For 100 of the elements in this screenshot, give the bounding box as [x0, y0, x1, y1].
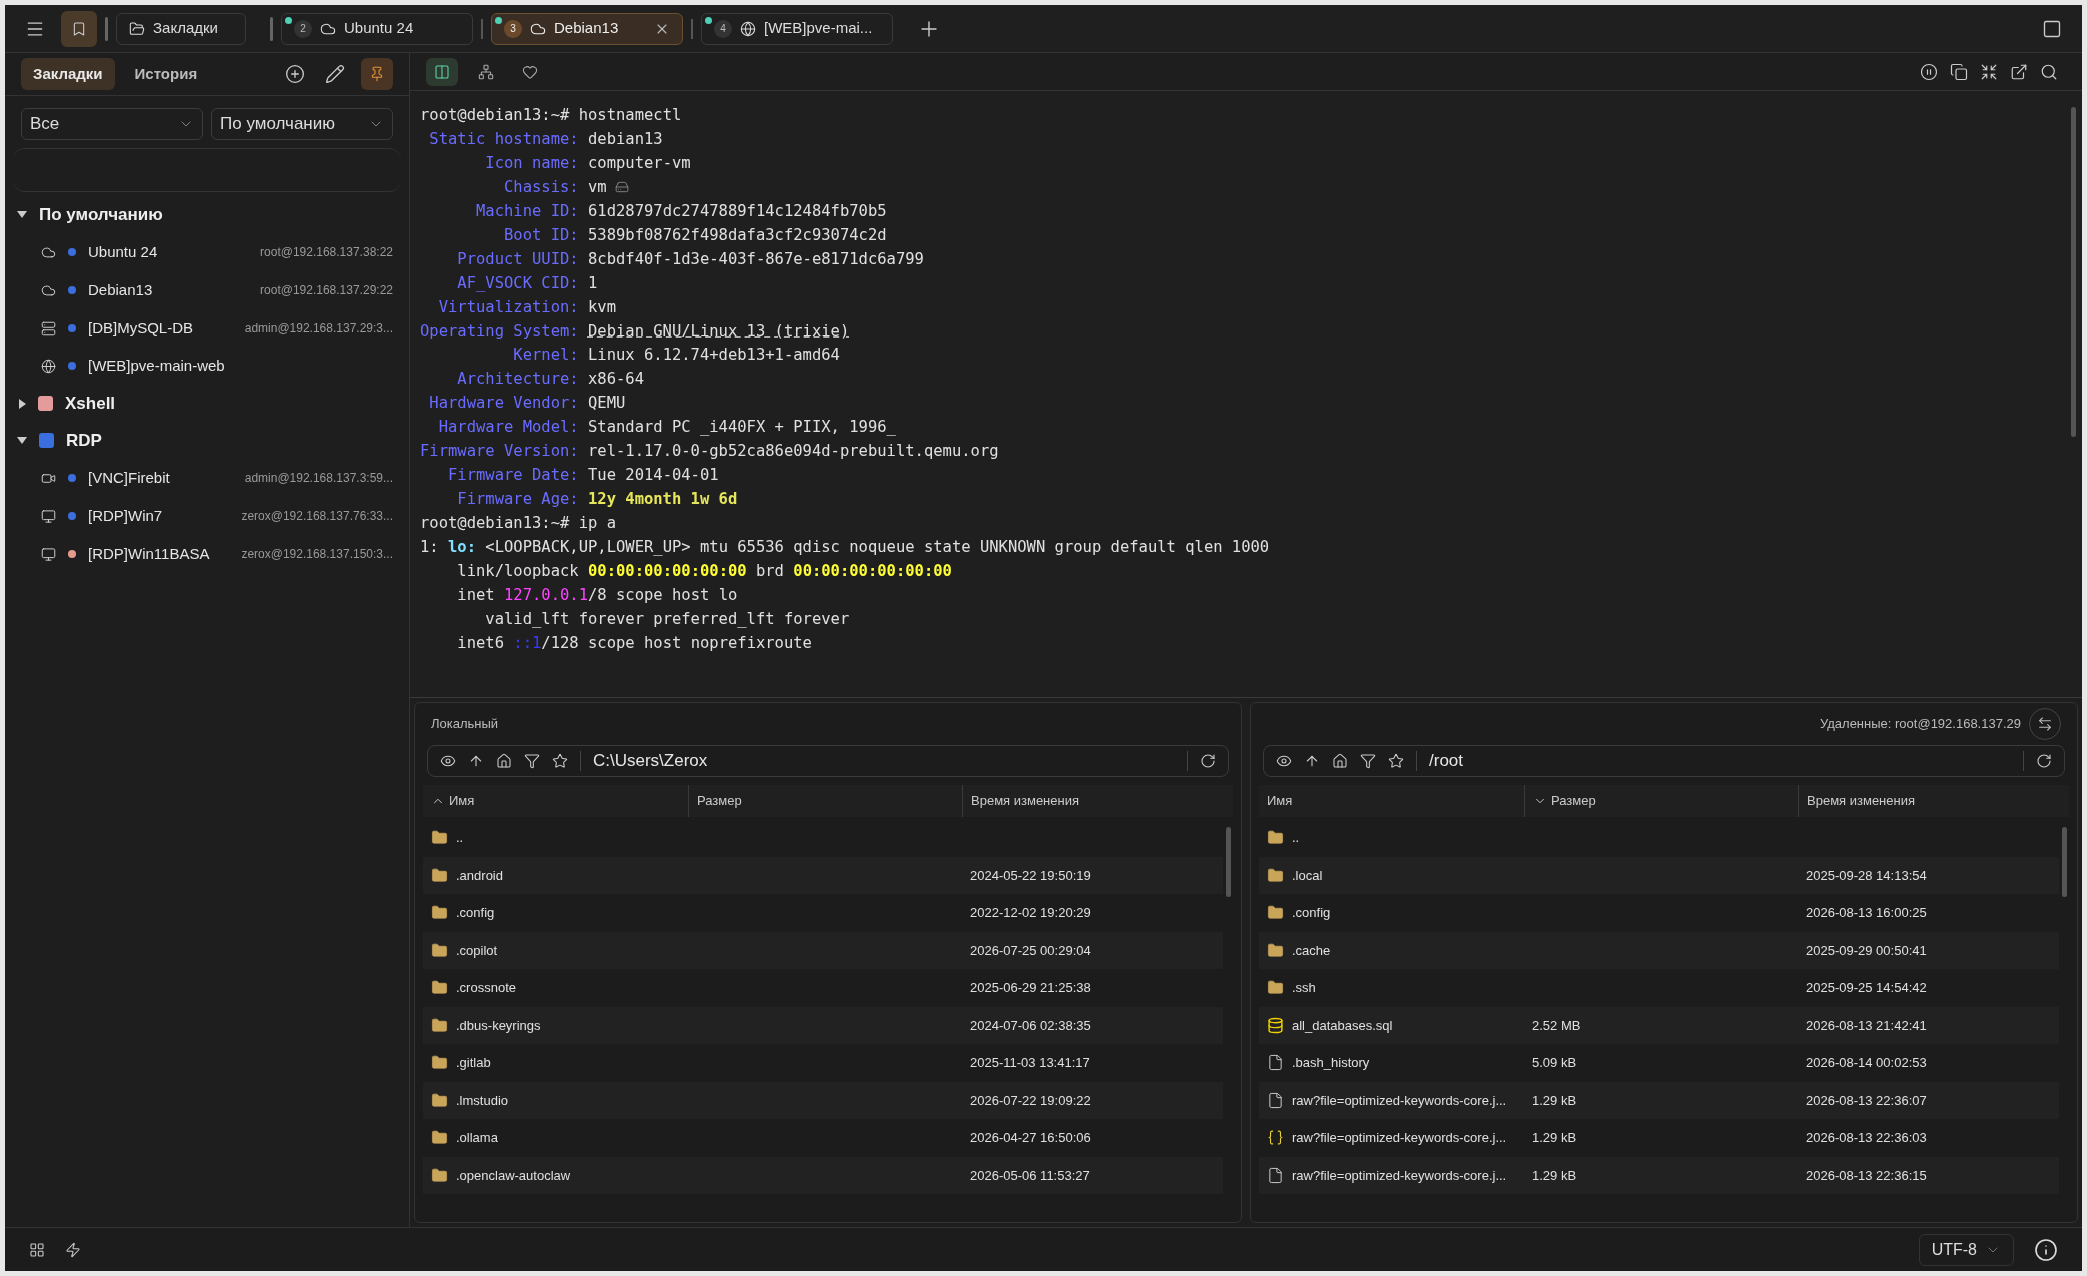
scrollbar[interactable]	[2061, 827, 2067, 897]
pencil-icon[interactable]	[325, 64, 345, 84]
file-row[interactable]: .openclaw-autoclaw 2026-05-06 11:53:27	[423, 1156, 1223, 1194]
file-row[interactable]: .dbus-keyrings 2024-07-06 02:38:35	[423, 1006, 1223, 1044]
bookmarks-tab[interactable]: Закладки	[116, 12, 246, 45]
session-tab[interactable]: 4 [WEB]pve-mai...	[701, 12, 893, 45]
collapsed-caret-icon	[19, 398, 26, 409]
column-header[interactable]: Размер	[1524, 785, 1798, 817]
path-field[interactable]: /root	[1429, 748, 2011, 774]
bookmark-item[interactable]: [DB]MySQL-DB admin@192.168.137.29:3...	[5, 309, 409, 347]
bookmark-item[interactable]: [RDP]Win7 zerox@192.168.137.76:33...	[5, 497, 409, 535]
file-row[interactable]: .android 2024-05-22 19:50:19	[423, 856, 1223, 894]
terminal-line: Firmware Age: 12y 4month 1w 6d	[456, 489, 738, 510]
terminal-line: Hardware Model: Standard PC _i440FX + PIIX, 1996_	[437, 417, 896, 438]
session-tab[interactable]: 2 Ubuntu 24	[281, 12, 473, 45]
folder-icon	[431, 941, 448, 959]
sidebar-tab[interactable]: Закладки	[21, 58, 115, 90]
bookmark-icon	[71, 20, 87, 37]
folder-icon	[431, 866, 448, 884]
group-header[interactable]: Xshell	[5, 385, 409, 422]
path-field[interactable]: C:\Users\Zerox	[593, 748, 1175, 774]
group-header[interactable]: По умолчанию	[5, 196, 409, 233]
external-link-icon[interactable]	[2010, 62, 2028, 81]
file-name: raw?file=optimized-keywords-core.j...	[1292, 1166, 1507, 1185]
scrollbar[interactable]	[2071, 107, 2076, 437]
file-icon	[1267, 1091, 1284, 1109]
terminal-line: Chassis: vm	[503, 177, 607, 198]
column-header[interactable]: Время изменения	[1798, 785, 2069, 817]
file-name: .copilot	[456, 941, 498, 960]
star-icon[interactable]	[552, 753, 568, 769]
file-name: .config	[456, 904, 495, 922]
search-icon[interactable]	[2040, 62, 2058, 81]
home-icon[interactable]	[496, 753, 512, 769]
sidebar-tab[interactable]: История	[122, 58, 210, 90]
filter-icon[interactable]	[1360, 753, 1376, 769]
terminal-line: AF_VSOCK CID: 1	[456, 273, 598, 294]
terminal-line: valid_lft forever preferred_lft forever	[484, 609, 850, 630]
bookmark-button[interactable]	[61, 10, 97, 47]
bookmark-name: [WEB]pve-main-web	[88, 355, 225, 376]
bookmark-item[interactable]: [WEB]pve-main-web	[5, 347, 409, 385]
file-row[interactable]: .local 2025-09-28 14:13:54	[1259, 856, 2059, 894]
file-row[interactable]: raw?file=optimized-keywords-core.j... 1.29 kB 2026-08-13 22:36:15	[1259, 1156, 2059, 1194]
grid-icon[interactable]	[29, 1241, 45, 1258]
column-header[interactable]: Размер	[688, 785, 962, 817]
scrollbar[interactable]	[1225, 827, 1231, 897]
bookmark-item[interactable]: Ubuntu 24 root@192.168.137.38:22	[5, 233, 409, 271]
terminal-line: Product UUID: 8cbdf40f-1d3e-403f-867e-e8171dc6a799	[456, 249, 924, 270]
tab-number: 2	[294, 19, 312, 38]
star-icon[interactable]	[1388, 753, 1404, 769]
pin-button[interactable]	[361, 58, 393, 90]
file-name: .gitlab	[456, 1054, 491, 1072]
group-label: По умолчанию	[39, 203, 163, 226]
file-row[interactable]: all_databases.sql 2.52 MB 2026-08-13 21:42:41	[1259, 1006, 2059, 1044]
bookmark-item[interactable]: Debian13 root@192.168.137.29:22	[5, 271, 409, 309]
terminal-line: Operating System: Debian GNU/Linux 13 (trixie)	[420, 321, 850, 342]
refresh-icon[interactable]	[1200, 753, 1216, 769]
split-view-icon[interactable]	[426, 57, 458, 86]
copy-icon[interactable]	[1950, 62, 1968, 81]
pause-icon[interactable]	[1920, 62, 1938, 81]
eye-icon[interactable]	[1276, 753, 1292, 769]
monitor-icon	[41, 546, 56, 562]
tab-number: 3	[504, 19, 522, 38]
server-icon	[41, 320, 56, 336]
globe-icon	[740, 20, 756, 37]
column-header[interactable]: Имя	[423, 785, 688, 817]
terminal-line: Architecture: x86-64	[456, 369, 644, 390]
file-row[interactable]: .copilot 2026-07-25 00:29:04	[423, 931, 1223, 969]
eye-icon[interactable]	[440, 753, 456, 769]
file-row[interactable]: .cache 2025-09-29 00:50:41	[1259, 931, 2059, 969]
filter-dropdown[interactable]: По умолчанию	[211, 108, 393, 140]
terminal-line: Machine ID: 61d28797dc2747889f14c12484fb70b5	[475, 201, 887, 222]
column-header[interactable]: Имя	[1259, 785, 1524, 817]
maximize-icon[interactable]	[2042, 18, 2062, 39]
file-size: 5.09 kB	[1532, 1055, 1577, 1070]
terminal-line: Kernel: Linux 6.12.74+deb13+1-amd64	[512, 345, 840, 366]
terminal-line: inet6 ::1/128 scope host noprefixroute	[456, 633, 812, 654]
terminal-line: inet 127.0.0.1/8 scope host lo	[456, 585, 738, 606]
column-header[interactable]: Время изменения	[962, 785, 1233, 817]
bookmark-address: admin@192.168.137.3:59...	[244, 470, 393, 487]
filter-icon[interactable]	[524, 753, 540, 769]
bookmark-item[interactable]: [VNC]Firebit admin@192.168.137.3:59...	[5, 459, 409, 497]
add-icon[interactable]	[285, 64, 305, 84]
filter-dropdown[interactable]: Все	[21, 108, 203, 140]
home-icon[interactable]	[1332, 753, 1348, 769]
info-icon[interactable]	[2034, 1237, 2058, 1262]
encoding-dropdown[interactable]: UTF-8	[1918, 1233, 2014, 1266]
terminal-line: root@debian13:~# hostnamectl	[420, 105, 682, 126]
terminal-line: Hardware Vendor: QEMU	[428, 393, 626, 414]
group-header[interactable]: RDP	[5, 422, 409, 459]
tab-label: [WEB]pve-mai...	[764, 18, 873, 39]
file-row[interactable]: .lmstudio 2026-07-22 19:09:22	[423, 1081, 1223, 1119]
file-modified: 2026-08-13 22:36:15	[1806, 1167, 1927, 1183]
file-row[interactable]: raw?file=optimized-keywords-core.j... 1.29 kB 2026-08-13 22:36:07	[1259, 1081, 2059, 1119]
cloud-icon	[41, 282, 56, 298]
shrink-icon[interactable]	[1980, 62, 1998, 81]
lightning-icon[interactable]	[65, 1241, 81, 1258]
file-modified: 2026-08-13 16:00:25	[1806, 905, 1927, 920]
session-tab[interactable]: 3 Debian13	[491, 12, 683, 45]
refresh-icon[interactable]	[2036, 753, 2052, 769]
bookmark-item[interactable]: [RDP]Win11BASA zerox@192.168.137.150:3...	[5, 535, 409, 573]
